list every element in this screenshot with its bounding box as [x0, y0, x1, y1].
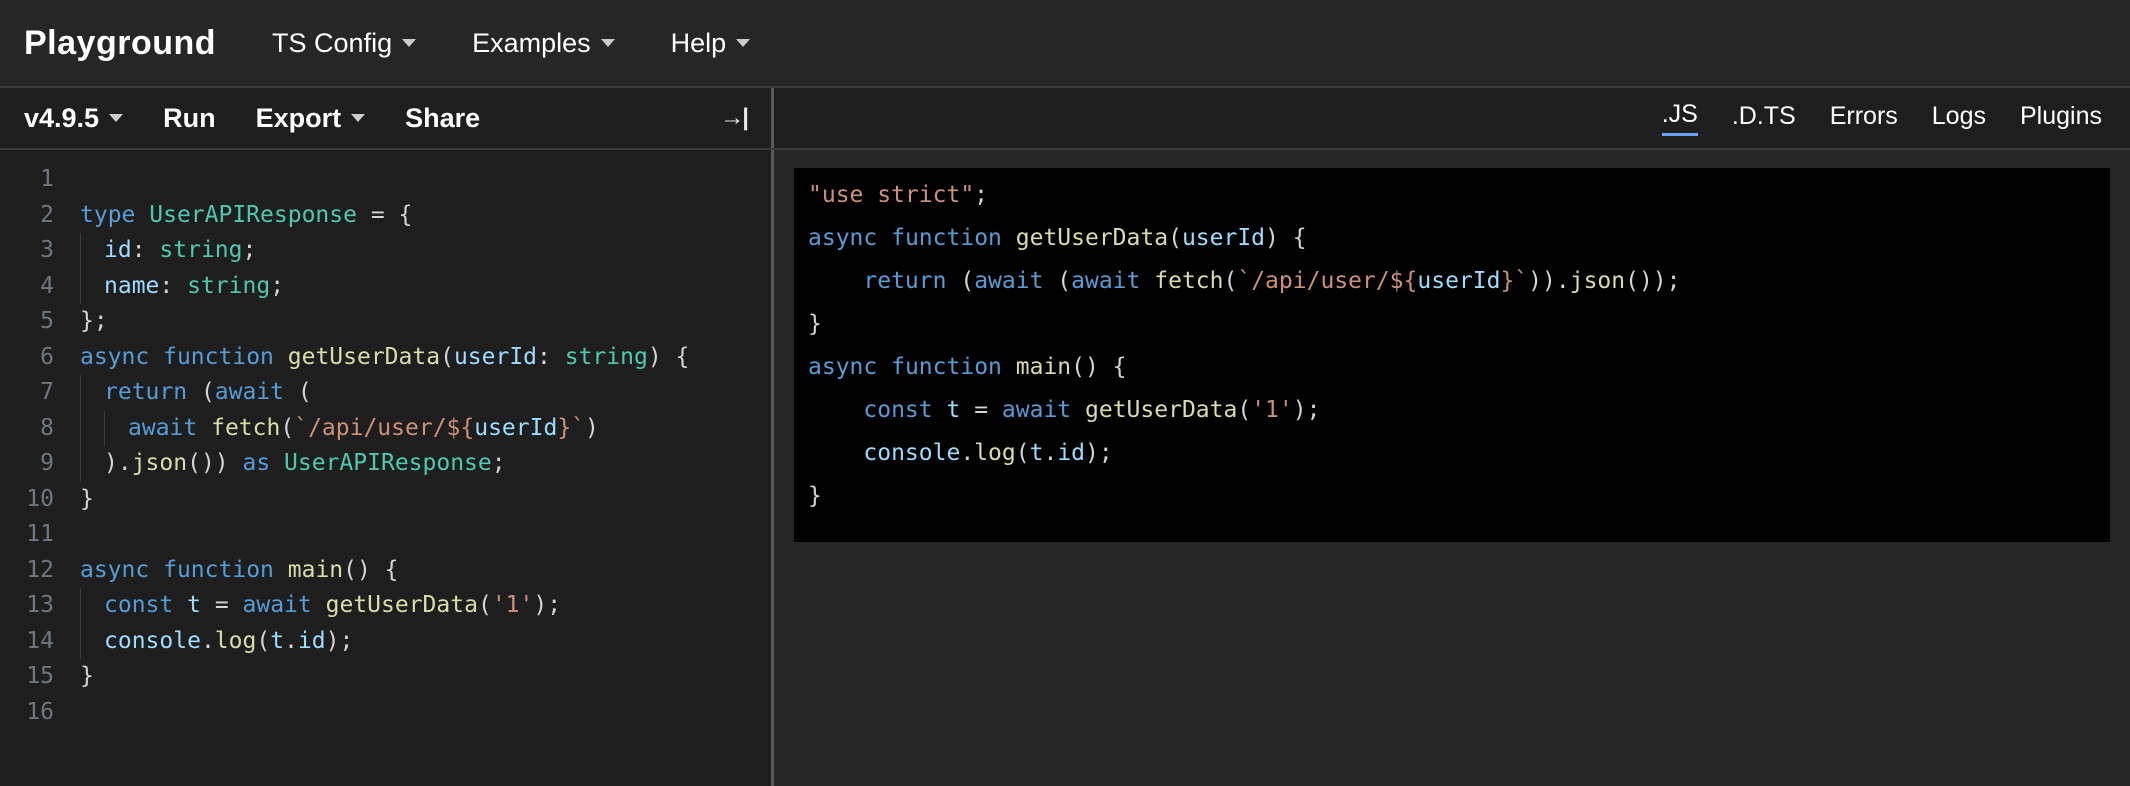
line-number: 8 [0, 411, 54, 447]
chevron-down-icon [601, 39, 615, 47]
code-line: name: string; [80, 269, 771, 305]
code-line [80, 695, 771, 731]
code-area[interactable]: type UserAPIResponse = {id: string;name:… [68, 150, 771, 786]
share-button[interactable]: Share [405, 103, 480, 134]
tab-logs[interactable]: Logs [1932, 102, 1986, 135]
output-tabs: .JS .D.TS Errors Logs Plugins [774, 88, 2130, 148]
export-label: Export [256, 103, 342, 134]
line-number: 16 [0, 695, 54, 731]
line-number: 3 [0, 233, 54, 269]
code-line: return (await ( [80, 375, 771, 411]
code-line: }; [80, 304, 771, 340]
export-button[interactable]: Export [256, 103, 366, 134]
run-label: Run [163, 103, 215, 134]
code-line: return (await (await fetch(`/api/user/${… [808, 260, 2096, 303]
indent-to-end-icon[interactable]: →| [720, 104, 747, 132]
output-pane: "use strict";async function getUserData(… [774, 150, 2130, 786]
toolbar-left: v4.9.5 Run Export Share →| [0, 88, 774, 148]
line-number: 4 [0, 269, 54, 305]
menu-examples-label: Examples [472, 28, 591, 59]
line-number: 10 [0, 482, 54, 518]
tab-dts[interactable]: .D.TS [1732, 102, 1796, 135]
chevron-down-icon [402, 39, 416, 47]
code-line: } [808, 303, 2096, 346]
editor-pane[interactable]: 12345678910111213141516 type UserAPIResp… [0, 150, 774, 786]
line-number: 12 [0, 553, 54, 589]
chevron-down-icon [351, 114, 365, 122]
code-line: await fetch(`/api/user/${userId}`) [80, 411, 771, 447]
code-line: async function main() { [808, 346, 2096, 389]
line-number: 5 [0, 304, 54, 340]
main-split: 12345678910111213141516 type UserAPIResp… [0, 150, 2130, 786]
line-number: 9 [0, 446, 54, 482]
code-line: const t = await getUserData('1'); [80, 588, 771, 624]
code-line: id: string; [80, 233, 771, 269]
line-number: 13 [0, 588, 54, 624]
js-output[interactable]: "use strict";async function getUserData(… [794, 168, 2110, 542]
code-line: async function main() { [80, 553, 771, 589]
line-number: 2 [0, 198, 54, 234]
line-number: 1 [0, 162, 54, 198]
code-line [80, 162, 771, 198]
version-label: v4.9.5 [24, 103, 99, 134]
tab-plugins[interactable]: Plugins [2020, 102, 2102, 135]
menu-help[interactable]: Help [671, 28, 751, 59]
code-line [80, 517, 771, 553]
tab-js[interactable]: .JS [1662, 100, 1698, 136]
code-line: ).json()) as UserAPIResponse; [80, 446, 771, 482]
menu-ts-config[interactable]: TS Config [272, 28, 416, 59]
run-button[interactable]: Run [163, 103, 215, 134]
line-number: 7 [0, 375, 54, 411]
line-gutter: 12345678910111213141516 [0, 150, 68, 786]
top-nav: Playground TS Config Examples Help [0, 0, 2130, 86]
code-line: } [80, 482, 771, 518]
toolbar: v4.9.5 Run Export Share →| .JS .D.TS Err… [0, 86, 2130, 150]
code-line: type UserAPIResponse = { [80, 198, 771, 234]
line-number: 15 [0, 659, 54, 695]
code-line: } [80, 659, 771, 695]
code-line: const t = await getUserData('1'); [808, 389, 2096, 432]
chevron-down-icon [109, 114, 123, 122]
menu-ts-config-label: TS Config [272, 28, 392, 59]
line-number: 11 [0, 517, 54, 553]
code-line: "use strict"; [808, 174, 2096, 217]
code-line: async function getUserData(userId: strin… [80, 340, 771, 376]
code-line: async function getUserData(userId) { [808, 217, 2096, 260]
brand-title: Playground [24, 24, 216, 63]
code-line: console.log(t.id); [80, 624, 771, 660]
share-label: Share [405, 103, 480, 134]
menu-examples[interactable]: Examples [472, 28, 615, 59]
code-line: } [808, 475, 2096, 518]
chevron-down-icon [736, 39, 750, 47]
line-number: 14 [0, 624, 54, 660]
version-selector[interactable]: v4.9.5 [24, 103, 123, 134]
menu-help-label: Help [671, 28, 727, 59]
line-number: 6 [0, 340, 54, 376]
code-line: console.log(t.id); [808, 432, 2096, 475]
tab-errors[interactable]: Errors [1830, 102, 1898, 135]
